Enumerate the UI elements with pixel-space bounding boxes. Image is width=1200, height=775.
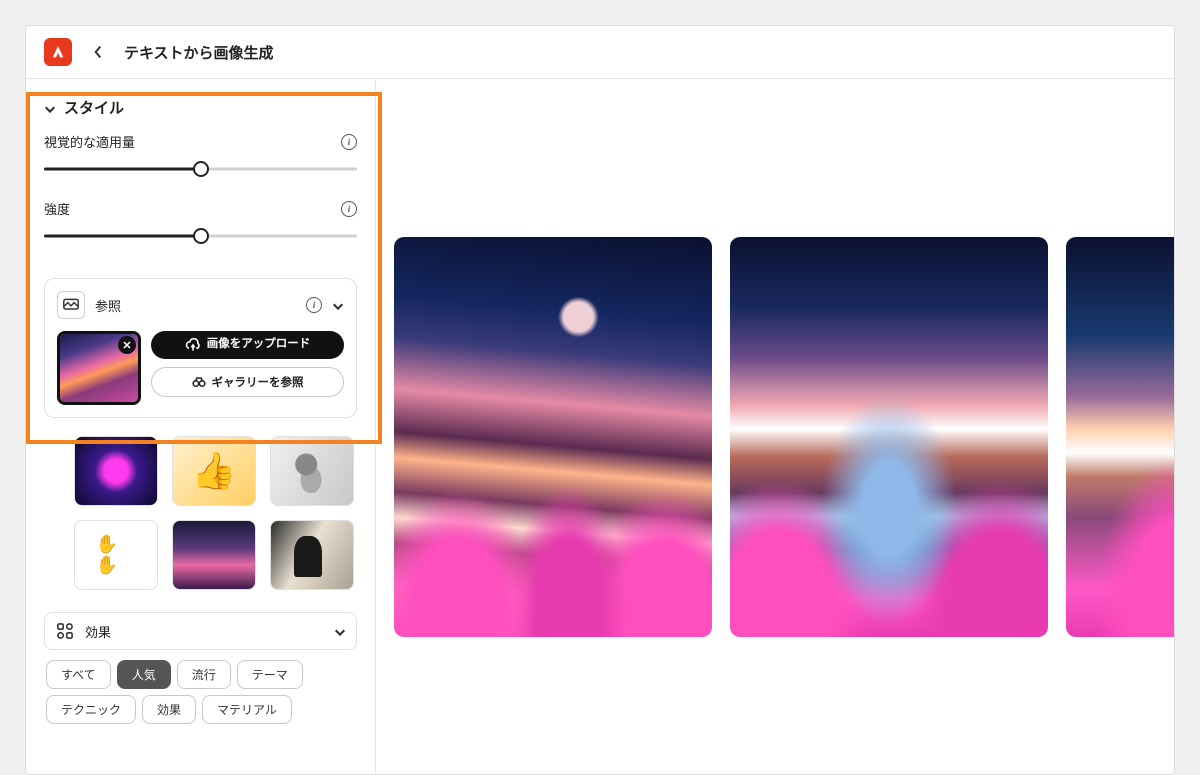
- adobe-logo: [44, 38, 72, 66]
- browse-gallery-button[interactable]: ギャラリーを参照: [151, 367, 344, 397]
- effects-chip[interactable]: すべて: [46, 660, 111, 689]
- reference-icon: [57, 291, 85, 319]
- chevron-left-icon: [93, 45, 103, 59]
- header: テキストから画像生成: [26, 26, 1174, 79]
- style-section-header[interactable]: スタイル: [44, 97, 357, 118]
- visual-intensity-label: 視覚的な適用量: [44, 132, 135, 151]
- page-title: テキストから画像生成: [124, 42, 274, 63]
- reference-panel: 参照 i ✕: [44, 278, 357, 418]
- style-preset-tile[interactable]: [172, 436, 256, 506]
- back-button[interactable]: [86, 40, 110, 64]
- strength-slider[interactable]: [44, 228, 357, 244]
- chevron-down-icon[interactable]: [332, 299, 344, 311]
- reference-label: 参照: [95, 296, 296, 315]
- effects-chip[interactable]: テーマ: [237, 660, 303, 689]
- style-preset-tile[interactable]: [74, 520, 158, 590]
- remove-reference-button[interactable]: ✕: [118, 336, 136, 354]
- upload-image-button[interactable]: 画像をアップロード: [151, 331, 344, 359]
- binoculars-icon: [192, 376, 206, 388]
- sidebar: スタイル 視覚的な適用量 i 強度 i: [26, 79, 376, 774]
- style-preset-tile[interactable]: [74, 436, 158, 506]
- info-icon[interactable]: i: [306, 297, 322, 313]
- visual-intensity-row: 視覚的な適用量 i: [44, 132, 357, 151]
- effects-icon: [55, 621, 75, 641]
- reference-thumbnail[interactable]: ✕: [57, 331, 141, 405]
- info-icon[interactable]: i: [341, 201, 357, 217]
- upload-cloud-icon: [185, 338, 201, 352]
- strength-label: 強度: [44, 199, 70, 218]
- info-icon[interactable]: i: [341, 134, 357, 150]
- generated-image[interactable]: [730, 237, 1048, 637]
- effects-chip[interactable]: 人気: [117, 660, 171, 689]
- chevron-down-icon[interactable]: [334, 625, 346, 637]
- strength-row: 強度 i: [44, 199, 357, 218]
- chevron-down-icon: [44, 102, 56, 114]
- reference-header[interactable]: 参照 i: [57, 291, 344, 319]
- effects-chip[interactable]: テクニック: [46, 695, 136, 724]
- generated-image[interactable]: [394, 237, 712, 637]
- app-window: テキストから画像生成 スタイル 視覚的な適用量 i: [25, 25, 1175, 775]
- reference-body: ✕ 画像をアップロード ギャラリーを参照: [57, 331, 344, 405]
- effects-chip[interactable]: マテリアル: [202, 695, 292, 724]
- visual-intensity-slider[interactable]: [44, 161, 357, 177]
- style-section-title: スタイル: [64, 97, 124, 118]
- effects-chip[interactable]: 効果: [142, 695, 196, 724]
- slider-fill: [44, 235, 201, 238]
- main-canvas: [376, 79, 1174, 774]
- style-section: スタイル 視覚的な適用量 i 強度 i: [26, 97, 375, 278]
- style-preset-tile[interactable]: [172, 520, 256, 590]
- effects-chip-row: すべて 人気 流行 テーマ テクニック 効果 マテリアル: [44, 660, 357, 724]
- style-preset-tile[interactable]: [270, 436, 354, 506]
- slider-thumb[interactable]: [193, 161, 209, 177]
- effects-label: 効果: [85, 622, 324, 641]
- effects-header[interactable]: 効果: [44, 612, 357, 650]
- style-preset-grid: [26, 430, 375, 606]
- browse-gallery-label: ギャラリーを参照: [212, 374, 304, 390]
- slider-thumb[interactable]: [193, 228, 209, 244]
- style-preset-tile[interactable]: [270, 520, 354, 590]
- generated-image[interactable]: [1066, 237, 1174, 637]
- effects-chip[interactable]: 流行: [177, 660, 231, 689]
- body: スタイル 視覚的な適用量 i 強度 i: [26, 79, 1174, 774]
- effects-panel: 効果 すべて 人気 流行 テーマ テクニック 効果 マテリアル: [44, 612, 357, 724]
- upload-image-label: 画像をアップロード: [207, 338, 311, 352]
- slider-fill: [44, 168, 201, 171]
